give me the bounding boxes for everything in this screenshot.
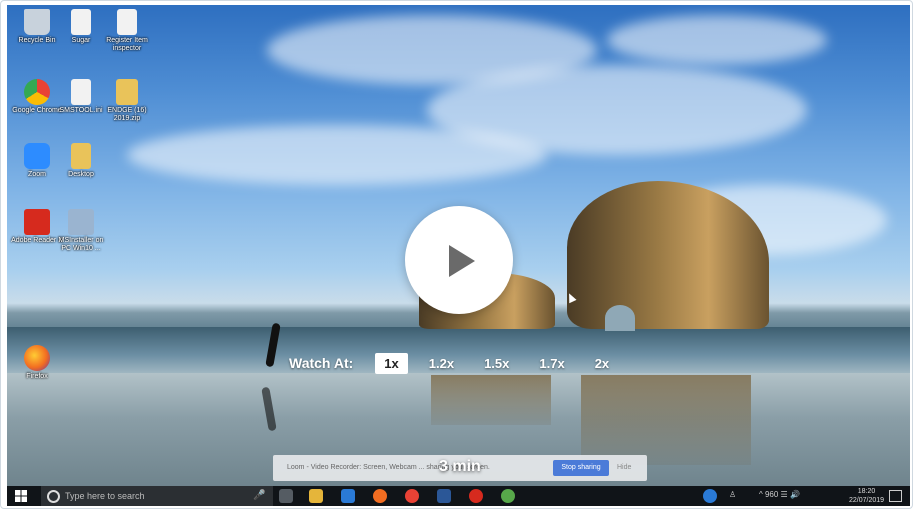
search-placeholder: Type here to search <box>65 491 145 501</box>
task-view-icon[interactable] <box>279 489 293 503</box>
windows-start-icon[interactable] <box>15 490 27 502</box>
desktop-icon-msinstaller[interactable]: MSInstaller on PC Win10 ... <box>53 209 109 253</box>
screen-frame: Recycle Bin Sugar Register Item inspecto… <box>0 0 913 509</box>
desktop-icon-register-item[interactable]: Register Item inspector <box>99 9 155 53</box>
speed-option-1.7x[interactable]: 1.7x <box>530 353 573 374</box>
word-taskbar-icon[interactable] <box>437 489 451 503</box>
speed-option-1.5x[interactable]: 1.5x <box>475 353 518 374</box>
store-icon[interactable] <box>341 489 355 503</box>
help-icon[interactable] <box>703 489 717 503</box>
cloud <box>607 15 827 65</box>
zoom-icon <box>24 143 50 169</box>
rock-reflection <box>431 375 551 425</box>
recycle-bin-icon <box>24 9 50 35</box>
speed-option-1x[interactable]: 1x <box>375 352 408 374</box>
document-icon <box>71 9 91 35</box>
installer-icon <box>68 209 94 235</box>
watch-at-label: Watch At: <box>289 355 354 371</box>
play-icon <box>449 245 475 277</box>
chrome-taskbar-icon[interactable] <box>405 489 419 503</box>
notification-icon[interactable] <box>889 490 902 502</box>
document-icon <box>71 79 91 105</box>
desktop-icon-label: Firefox <box>26 373 48 380</box>
cloud <box>127 125 547 185</box>
desktop-icon-label: ENDGE (16) 2019.zip <box>107 107 147 122</box>
firefox-taskbar-icon[interactable] <box>373 489 387 503</box>
document-icon <box>117 9 137 35</box>
file-explorer-icon[interactable] <box>309 489 323 503</box>
clock-time: 18:20 <box>857 488 876 495</box>
desktop-icon-desktop-folder[interactable]: Desktop <box>53 143 109 179</box>
acrobat-taskbar-icon[interactable] <box>469 489 483 503</box>
desktop-icon-label: Register Item inspector <box>106 37 148 52</box>
desktop-icon-label: Desktop <box>68 171 94 178</box>
zip-folder-icon <box>116 79 138 105</box>
video-duration: 3 min <box>439 458 481 475</box>
desktop-icon-label: MSInstaller on PC Win10 ... <box>58 237 104 252</box>
app-taskbar-icon[interactable] <box>501 489 515 503</box>
adobe-reader-icon <box>24 209 50 235</box>
folder-icon <box>71 143 91 169</box>
firefox-icon <box>24 345 50 371</box>
tray-status[interactable]: ^ 960 ☰ 🔊 <box>759 490 800 499</box>
taskbar-search-box[interactable]: Type here to search 🎤 <box>41 486 273 506</box>
speed-option-1.2x[interactable]: 1.2x <box>420 353 463 374</box>
stop-sharing-button[interactable]: Stop sharing <box>553 460 609 476</box>
people-icon[interactable]: ♙ <box>729 490 736 499</box>
rock-reflection <box>581 375 751 465</box>
clock-date: 22/07/2019 <box>849 497 885 504</box>
desktop-icon-zip[interactable]: ENDGE (16) 2019.zip <box>99 79 155 123</box>
taskbar-clock[interactable]: 18:20 22/07/2019 <box>849 487 884 505</box>
chrome-icon <box>24 79 50 105</box>
playback-speed-selector: Watch At: 1x 1.2x 1.5x 1.7x 2x <box>289 351 630 375</box>
hide-button[interactable]: Hide <box>617 464 631 471</box>
microphone-icon[interactable]: 🎤 <box>253 490 265 501</box>
play-button[interactable] <box>405 206 513 314</box>
speed-option-2x[interactable]: 2x <box>586 353 618 374</box>
desktop-icon-firefox[interactable]: Firefox <box>9 345 65 381</box>
rock-arch-opening <box>605 305 635 331</box>
cortana-icon <box>47 490 60 503</box>
taskbar: Type here to search 🎤 ♙ ^ 960 ☰ 🔊 18:20 … <box>7 486 910 506</box>
